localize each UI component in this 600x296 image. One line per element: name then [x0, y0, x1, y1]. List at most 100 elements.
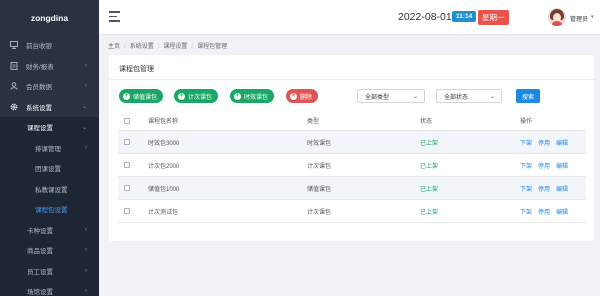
package-status: 已上架: [420, 186, 439, 193]
gear-icon: [10, 103, 18, 111]
sidebar-item-label: 团课设置: [35, 166, 61, 174]
add-timed-package-button[interactable]: + 时效课包: [230, 89, 275, 103]
column-header-type: 类型: [307, 119, 320, 125]
type-select[interactable]: 全部类型 ⌄: [357, 89, 425, 103]
unlist-link[interactable]: 下架: [520, 184, 532, 193]
unlist-link[interactable]: 下架: [520, 161, 532, 170]
sidebar-item-label: 商品设置: [27, 248, 53, 256]
column-header-name: 课程包名称: [148, 119, 179, 125]
user-icon: [10, 82, 18, 91]
status-select[interactable]: 全部状态 ⌄: [436, 89, 502, 103]
divider: [109, 79, 594, 80]
sidebar-item-label: 财务/报表: [26, 63, 54, 71]
package-type: 储值课包: [307, 186, 332, 193]
avatar[interactable]: [548, 8, 566, 26]
breadcrumb: 主页 / 系统设置 / 课程设置 / 课程包管理: [108, 44, 228, 50]
package-type: 时效课包: [307, 140, 332, 147]
chevron-right-icon: ›: [85, 144, 87, 151]
breadcrumb-home[interactable]: 主页: [108, 44, 120, 50]
table-row: 计次测试包 计次课包 已上架 下架 停用 编辑: [118, 200, 586, 223]
row-checkbox[interactable]: [124, 162, 130, 168]
sidebar-item-label: 课程包设置: [35, 207, 68, 215]
time-badge: 11:14: [452, 11, 477, 22]
table-header: 课程包名称 类型 状态 操作: [118, 111, 586, 131]
chevron-right-icon: ›: [85, 226, 87, 233]
disable-link[interactable]: 停用: [538, 138, 550, 147]
edit-link[interactable]: 编辑: [556, 184, 568, 193]
sidebar-item-label: 员工设置: [27, 268, 53, 276]
edit-link[interactable]: 编辑: [556, 161, 568, 170]
plus-icon: +: [234, 92, 241, 100]
chevron-right-icon: ›: [85, 247, 87, 254]
add-stored-value-package-button[interactable]: + 储值课包: [119, 89, 164, 103]
add-count-package-button[interactable]: + 计次课包: [174, 89, 219, 103]
disable-link[interactable]: 停用: [538, 161, 550, 170]
sidebar-item-members[interactable]: 会员数据 ›: [0, 76, 99, 97]
sidebar-item-label: 私教课设置: [35, 186, 68, 194]
package-name: 储值包1000: [148, 186, 180, 193]
table-row: 储值包1000 储值课包 已上架 下架 停用 编辑: [118, 177, 586, 200]
sidebar-item-system-settings[interactable]: 系统设置 ⌄: [0, 97, 99, 118]
row-checkbox[interactable]: [124, 185, 130, 191]
menu-toggle-icon[interactable]: [109, 11, 120, 25]
package-status: 已上架: [420, 163, 439, 170]
system-settings-submenu: 课程设置 ⌄ 排课管理 › 团课设置 私教课设置 课程包设置 卡种设置 › 商品…: [0, 117, 99, 296]
edit-link[interactable]: 编辑: [556, 138, 568, 147]
monitor-icon: [10, 41, 18, 50]
close-icon: ×: [290, 92, 297, 100]
sidebar: zongdina 前台收银 财务/报表 › 会员数据 › 系统设置 ⌄ 课程设置…: [0, 0, 99, 296]
column-header-status: 状态: [420, 119, 433, 125]
sidebar-item-group-class[interactable]: 团课设置: [0, 158, 99, 179]
sidebar-item-card-types[interactable]: 卡种设置 ›: [0, 220, 99, 241]
unlist-link[interactable]: 下架: [520, 207, 532, 216]
package-status: 已上架: [420, 209, 439, 216]
sidebar-item-course-package[interactable]: 课程包设置: [0, 199, 99, 220]
package-name: 时效包3000: [148, 140, 180, 147]
package-type: 计次课包: [307, 209, 332, 216]
caret-down-icon[interactable]: ▾: [591, 14, 594, 20]
sidebar-item-label: 课程设置: [27, 125, 53, 133]
search-button[interactable]: 搜索: [516, 89, 540, 103]
column-header-ops: 操作: [520, 119, 533, 125]
disable-link[interactable]: 停用: [538, 184, 550, 193]
select-all-checkbox[interactable]: [124, 117, 130, 124]
sidebar-item-cashier[interactable]: 前台收银: [0, 35, 99, 56]
package-status: 已上架: [420, 140, 439, 147]
disable-link[interactable]: 停用: [538, 207, 550, 216]
row-checkbox[interactable]: [124, 139, 130, 145]
breadcrumb-system[interactable]: 系统设置: [130, 44, 154, 50]
breadcrumb-current: 课程包管理: [197, 44, 228, 50]
sidebar-item-label: 卡种设置: [27, 227, 53, 235]
top-header: 2022-08-01 11:14 星期一 管理员 ▾: [99, 0, 600, 35]
sidebar-item-schedule[interactable]: 排课管理 ›: [0, 138, 99, 159]
edit-link[interactable]: 编辑: [556, 207, 568, 216]
chevron-down-icon: ⌄: [81, 124, 87, 131]
sidebar-item-staff[interactable]: 员工设置 ›: [0, 261, 99, 282]
breadcrumb-course[interactable]: 课程设置: [163, 44, 187, 50]
main-card: 课程包管理 + 储值课包 + 计次课包 + 时效课包 × 删除 全部类型 ⌄ 全…: [109, 55, 594, 241]
chevron-right-icon: ›: [85, 267, 87, 274]
file-icon: [10, 61, 18, 70]
chevron-right-icon: ›: [85, 83, 87, 90]
chevron-right-icon: ›: [85, 288, 87, 295]
course-package-table: 课程包名称 类型 状态 操作 时效包3000 时效课包 已上架 下架 停用 编辑…: [118, 111, 586, 223]
chevron-down-icon: ⌄: [412, 94, 418, 100]
sidebar-item-products[interactable]: 商品设置 ›: [0, 240, 99, 261]
unlist-link[interactable]: 下架: [520, 138, 532, 147]
chevron-down-icon: ⌄: [81, 104, 87, 111]
page-title: 课程包管理: [119, 66, 154, 73]
sidebar-item-course-settings[interactable]: 课程设置 ⌄: [0, 117, 99, 138]
sidebar-item-label: 会员数据: [26, 84, 52, 92]
plus-icon: +: [178, 92, 185, 100]
table-row: 计次包2000 计次课包 已上架 下架 停用 编辑: [118, 154, 586, 177]
sidebar-item-label: 系统设置: [26, 104, 52, 112]
sidebar-item-finance[interactable]: 财务/报表 ›: [0, 56, 99, 77]
sidebar-item-private-class[interactable]: 私教课设置: [0, 179, 99, 200]
sidebar-item-venue[interactable]: 场馆设置 ›: [0, 281, 99, 296]
delete-button[interactable]: × 删除: [286, 89, 319, 103]
sidebar-item-label: 场馆设置: [27, 289, 53, 296]
row-checkbox[interactable]: [124, 208, 130, 214]
sidebar-item-label: 排课管理: [35, 145, 61, 153]
weekday-badge: 星期一: [478, 10, 509, 25]
username[interactable]: 管理员: [570, 14, 588, 23]
